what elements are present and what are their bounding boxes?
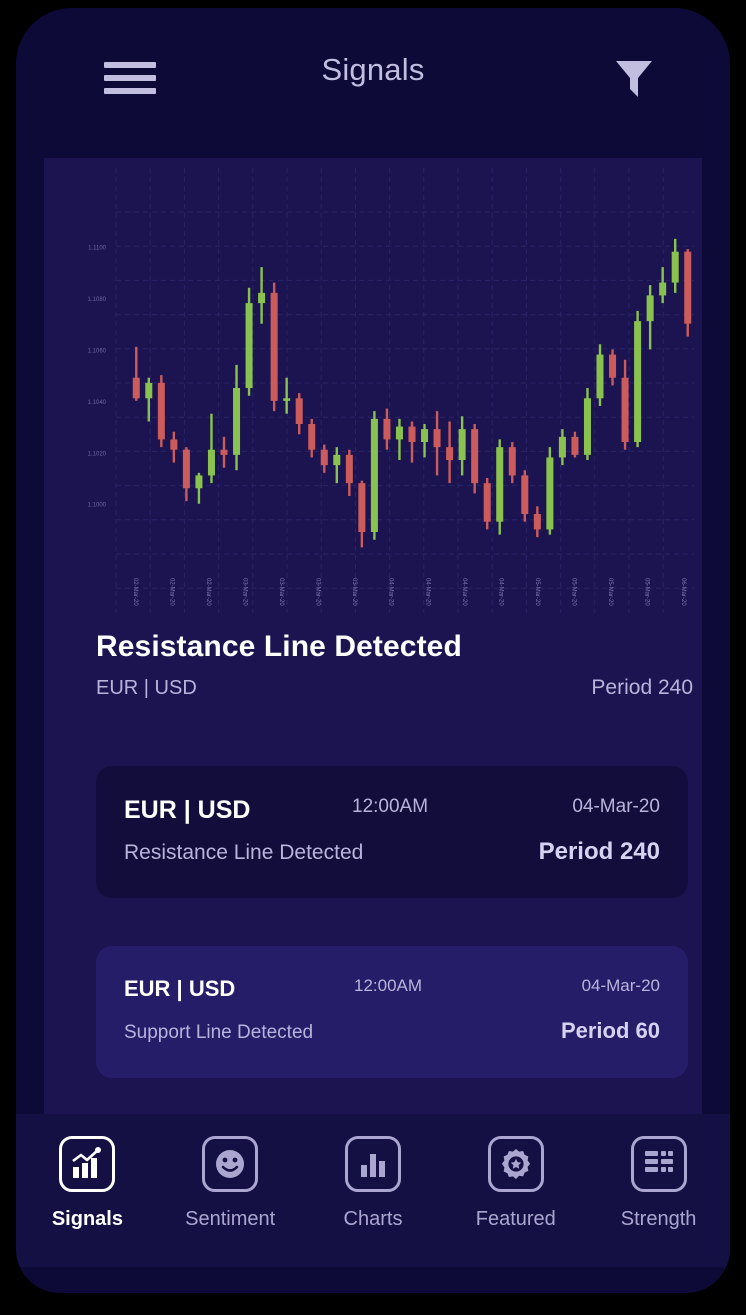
nav-item-sentiment[interactable]: Sentiment — [159, 1136, 302, 1231]
svg-text:04-Mar-20: 04-Mar-20 — [424, 578, 430, 606]
bar-chart-icon[interactable] — [344, 1136, 401, 1192]
signal-headline-pair: EUR | USD — [96, 677, 197, 699]
svg-text:1.1060: 1.1060 — [88, 348, 107, 354]
svg-text:05-Mar-20: 05-Mar-20 — [607, 578, 613, 606]
svg-text:1.1000: 1.1000 — [88, 503, 107, 509]
filter-funnel-icon[interactable] — [614, 58, 654, 100]
signal-card[interactable]: EUR | USD 12:00AM 04-Mar-20 Support Line De… — [96, 946, 688, 1078]
signal-card-time: 12:00AM — [354, 976, 423, 995]
svg-text:1.1100: 1.1100 — [88, 246, 107, 252]
signal-card-description: Support Line Detected — [124, 1022, 314, 1043]
svg-text:04-Mar-20: 04-Mar-20 — [388, 578, 394, 606]
svg-text:03-Mar-20: 03-Mar-20 — [278, 578, 284, 606]
nav-item-label: Strength — [620, 1208, 697, 1230]
svg-text:05-Mar-20: 05-Mar-20 — [644, 578, 650, 606]
nav-item-label: Featured — [475, 1208, 556, 1230]
nav-item-label: Charts — [343, 1208, 403, 1230]
signal-card-bottom-row: Resistance Line Detected Period 240 — [124, 838, 660, 866]
signal-headline-title: Resistance Line Detected — [96, 630, 462, 663]
signal-card-date: 04-Mar-20 — [572, 796, 660, 817]
signal-card-time: 12:00AM — [352, 796, 429, 817]
candlestick-chart[interactable]: 1.1100 1.1080 1.1060 1.1040 1.1020 1.1000 02-… — [44, 158, 702, 613]
signal-card-period: Period 240 — [538, 838, 660, 865]
svg-text:03-Mar-20: 03-Mar-20 — [351, 578, 357, 606]
line-bar-chart-icon[interactable] — [59, 1136, 116, 1192]
signal-card-period: Period 60 — [560, 1018, 660, 1043]
svg-text:02-Mar-20: 02-Mar-20 — [169, 578, 175, 606]
signal-card[interactable]: EUR | USD 12:00AM 04-Mar-20 Resistance Line… — [96, 766, 688, 898]
svg-text:05-Mar-20: 05-Mar-20 — [570, 578, 576, 606]
smiley-face-icon[interactable] — [202, 1136, 259, 1192]
phone-frame: Signals 1.1100 1.1080 1.1060 1.1040 1.1020 1.… — [16, 8, 730, 1293]
svg-text:1.1020: 1.1020 — [88, 451, 107, 457]
svg-text:1.1080: 1.1080 — [88, 297, 107, 303]
nav-item-charts[interactable]: Charts — [302, 1136, 445, 1231]
signal-card-description: Resistance Line Detected — [124, 841, 364, 864]
signal-card-pair: EUR | USD — [124, 976, 236, 1001]
svg-text:06-Mar-20: 06-Mar-20 — [680, 578, 686, 606]
signal-card-bottom-row: Support Line Detected Period 60 — [124, 1018, 660, 1044]
svg-text:1.1040: 1.1040 — [88, 400, 107, 406]
nav-item-label: Signals — [51, 1208, 123, 1230]
nav-item-featured[interactable]: Featured — [444, 1136, 587, 1231]
svg-text:03-Mar-20: 03-Mar-20 — [315, 578, 321, 606]
signal-headline-period: Period 240 — [591, 676, 693, 699]
candlestick-chart-svg: 1.1100 1.1080 1.1060 1.1040 1.1020 1.1000 02-… — [44, 158, 702, 613]
nav-item-strength[interactable]: Strength — [587, 1136, 730, 1231]
filter-funnel-glyph — [616, 61, 652, 97]
svg-text:05-Mar-20: 05-Mar-20 — [534, 578, 540, 606]
menu-bar-3 — [104, 88, 156, 94]
signal-card-date: 04-Mar-20 — [581, 976, 660, 995]
app-header: Signals — [16, 8, 730, 158]
nav-item-label: Sentiment — [185, 1208, 276, 1230]
bottom-navigation: Signals Sentiment Charts Featured Strength — [16, 1114, 730, 1267]
svg-text:03-Mar-20: 03-Mar-20 — [242, 578, 248, 606]
signal-card-top-row: EUR | USD 12:00AM 04-Mar-20 — [124, 796, 660, 830]
signal-headline-subrow: EUR | USD Period 240 — [96, 676, 696, 700]
nav-item-signals[interactable]: Signals — [16, 1136, 159, 1231]
svg-text:02-Mar-20: 02-Mar-20 — [132, 578, 138, 606]
signal-headline: Resistance Line Detected EUR | USD Perio… — [96, 630, 696, 700]
grid-table-icon[interactable] — [630, 1136, 687, 1192]
main-content: 1.1100 1.1080 1.1060 1.1040 1.1020 1.1000 02-… — [44, 158, 702, 1114]
badge-star-icon[interactable] — [487, 1136, 544, 1192]
svg-text:02-Mar-20: 02-Mar-20 — [205, 578, 211, 606]
signal-card-pair: EUR | USD — [124, 796, 251, 824]
svg-text:04-Mar-20: 04-Mar-20 — [461, 578, 467, 606]
signal-card-top-row: EUR | USD 12:00AM 04-Mar-20 — [124, 976, 660, 1010]
svg-text:04-Mar-20: 04-Mar-20 — [497, 578, 503, 606]
